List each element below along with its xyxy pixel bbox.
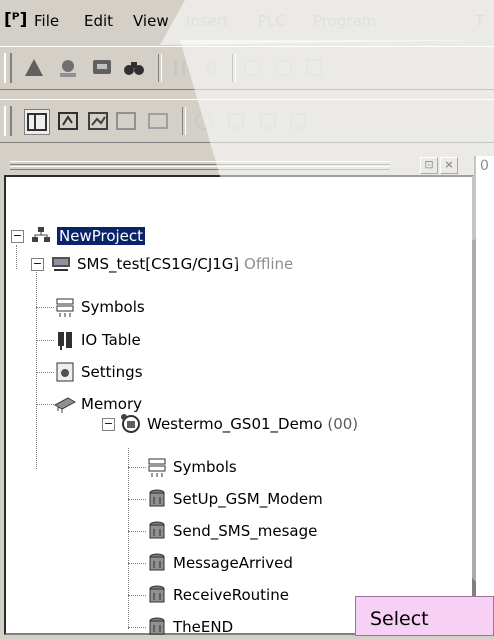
change-mode-icon[interactable] bbox=[90, 56, 114, 80]
tree-item-label: Symbols bbox=[81, 298, 145, 316]
run-mode-icon[interactable] bbox=[168, 56, 192, 80]
tree-item-label: Memory bbox=[81, 395, 143, 413]
settings-icon bbox=[56, 362, 74, 382]
tree-item-label: IO Table bbox=[81, 331, 141, 349]
app-icon[interactable]: [ᴾ] bbox=[4, 10, 27, 30]
tree-item-symbols[interactable]: Symbols bbox=[54, 295, 145, 319]
tree-item-settings[interactable]: Settings bbox=[54, 360, 143, 384]
project-tree[interactable]: − NewProject − SMS_test[CS1G/CJ1G] Offli… bbox=[4, 175, 474, 636]
plc-name: SMS_test[CS1G/CJ1G] Offline bbox=[77, 255, 294, 273]
tree-item-label: MessageArrived bbox=[173, 554, 293, 572]
symbols-icon bbox=[148, 458, 166, 477]
tree-item-plc[interactable]: SMS_test[CS1G/CJ1G] Offline bbox=[50, 252, 293, 276]
close-button[interactable]: × bbox=[440, 157, 458, 174]
menu-bar: [ᴾ] File Edit View Insert PLC Program T bbox=[0, 0, 494, 38]
toolbar-grip[interactable] bbox=[4, 53, 12, 83]
tree-item-program[interactable]: Westermo_GS01_Demo (00) bbox=[120, 412, 358, 436]
workspace-header: ⊡ × bbox=[4, 156, 470, 174]
menu-file[interactable]: File bbox=[34, 12, 59, 30]
output-window-icon[interactable] bbox=[56, 109, 80, 133]
tree-item-label: ReceiveRoutine bbox=[173, 586, 289, 604]
tree-item-section[interactable]: ReceiveRoutine bbox=[146, 583, 289, 607]
transfer-from-plc-icon[interactable] bbox=[272, 56, 296, 80]
select-tooltip: Select bbox=[355, 596, 494, 636]
symbols-icon bbox=[56, 298, 74, 317]
binoculars-icon[interactable] bbox=[122, 56, 146, 80]
project-icon bbox=[32, 227, 50, 242]
project-name: NewProject bbox=[57, 227, 146, 245]
tree-item-section[interactable]: TheEND bbox=[146, 615, 233, 639]
tree-item-label: SetUp_GSM_Modem bbox=[173, 490, 323, 508]
menu-insert[interactable]: Insert bbox=[186, 12, 229, 30]
tree-item-label: Settings bbox=[81, 363, 143, 381]
section-icon bbox=[149, 617, 165, 635]
menu-plc[interactable]: PLC bbox=[258, 12, 286, 30]
header-grip[interactable] bbox=[10, 161, 390, 165]
toolbar-online bbox=[0, 46, 494, 90]
restore-button[interactable]: ⊡ bbox=[420, 157, 438, 174]
address-reference-icon[interactable] bbox=[114, 109, 138, 133]
memory-icon bbox=[54, 397, 76, 413]
tree-item-section[interactable]: Send_SMS_mesage bbox=[146, 519, 317, 543]
menu-view[interactable]: View bbox=[133, 12, 169, 30]
compare-icon[interactable] bbox=[302, 56, 326, 80]
toolbar-view bbox=[0, 99, 494, 143]
tree-item-label: TheEND bbox=[173, 618, 234, 636]
plc-icon bbox=[52, 257, 70, 271]
tree-item-label: Symbols bbox=[173, 458, 237, 476]
section-icon bbox=[149, 521, 165, 539]
tree-item-io-table[interactable]: IO Table bbox=[54, 328, 141, 352]
toolbar-grip[interactable] bbox=[4, 106, 12, 136]
project-workspace-icon[interactable] bbox=[24, 109, 50, 135]
collapse-program-toggle[interactable]: − bbox=[102, 418, 115, 431]
program-icon bbox=[121, 414, 140, 433]
tree-item-program-symbols[interactable]: Symbols bbox=[146, 455, 237, 479]
ladder-view-icon[interactable] bbox=[286, 109, 310, 133]
tree-item-section[interactable]: SetUp_GSM_Modem bbox=[146, 487, 323, 511]
section-icon bbox=[149, 489, 165, 507]
tree-item-project[interactable]: NewProject bbox=[30, 224, 146, 248]
pause-icon[interactable] bbox=[200, 56, 224, 80]
auto-online-icon[interactable] bbox=[56, 56, 80, 80]
find-icon[interactable] bbox=[224, 109, 248, 133]
io-table-icon bbox=[58, 332, 72, 350]
diagram-pane[interactable]: 0 bbox=[474, 156, 494, 631]
menu-program[interactable]: Program bbox=[313, 12, 376, 30]
ruler-label: 0 bbox=[480, 158, 489, 174]
watch-window-icon[interactable] bbox=[86, 109, 110, 133]
cross-reference-icon[interactable] bbox=[192, 109, 216, 133]
tooltip-text: Select bbox=[370, 608, 429, 630]
mnemonic-view-icon[interactable] bbox=[256, 109, 280, 133]
collapse-root-toggle[interactable]: − bbox=[11, 230, 24, 243]
menu-edit[interactable]: Edit bbox=[84, 12, 113, 30]
properties-icon[interactable] bbox=[146, 109, 170, 133]
program-name: Westermo_GS01_Demo (00) bbox=[147, 415, 359, 433]
transfer-to-plc-icon[interactable] bbox=[242, 56, 266, 80]
work-online-icon[interactable] bbox=[22, 56, 46, 80]
collapse-plc-toggle[interactable]: − bbox=[31, 258, 44, 271]
section-icon bbox=[149, 585, 165, 603]
tree-item-section[interactable]: MessageArrived bbox=[146, 551, 293, 575]
menu-tools[interactable]: T bbox=[475, 12, 484, 30]
section-icon bbox=[149, 553, 165, 571]
tree-item-label: Send_SMS_mesage bbox=[173, 522, 318, 540]
